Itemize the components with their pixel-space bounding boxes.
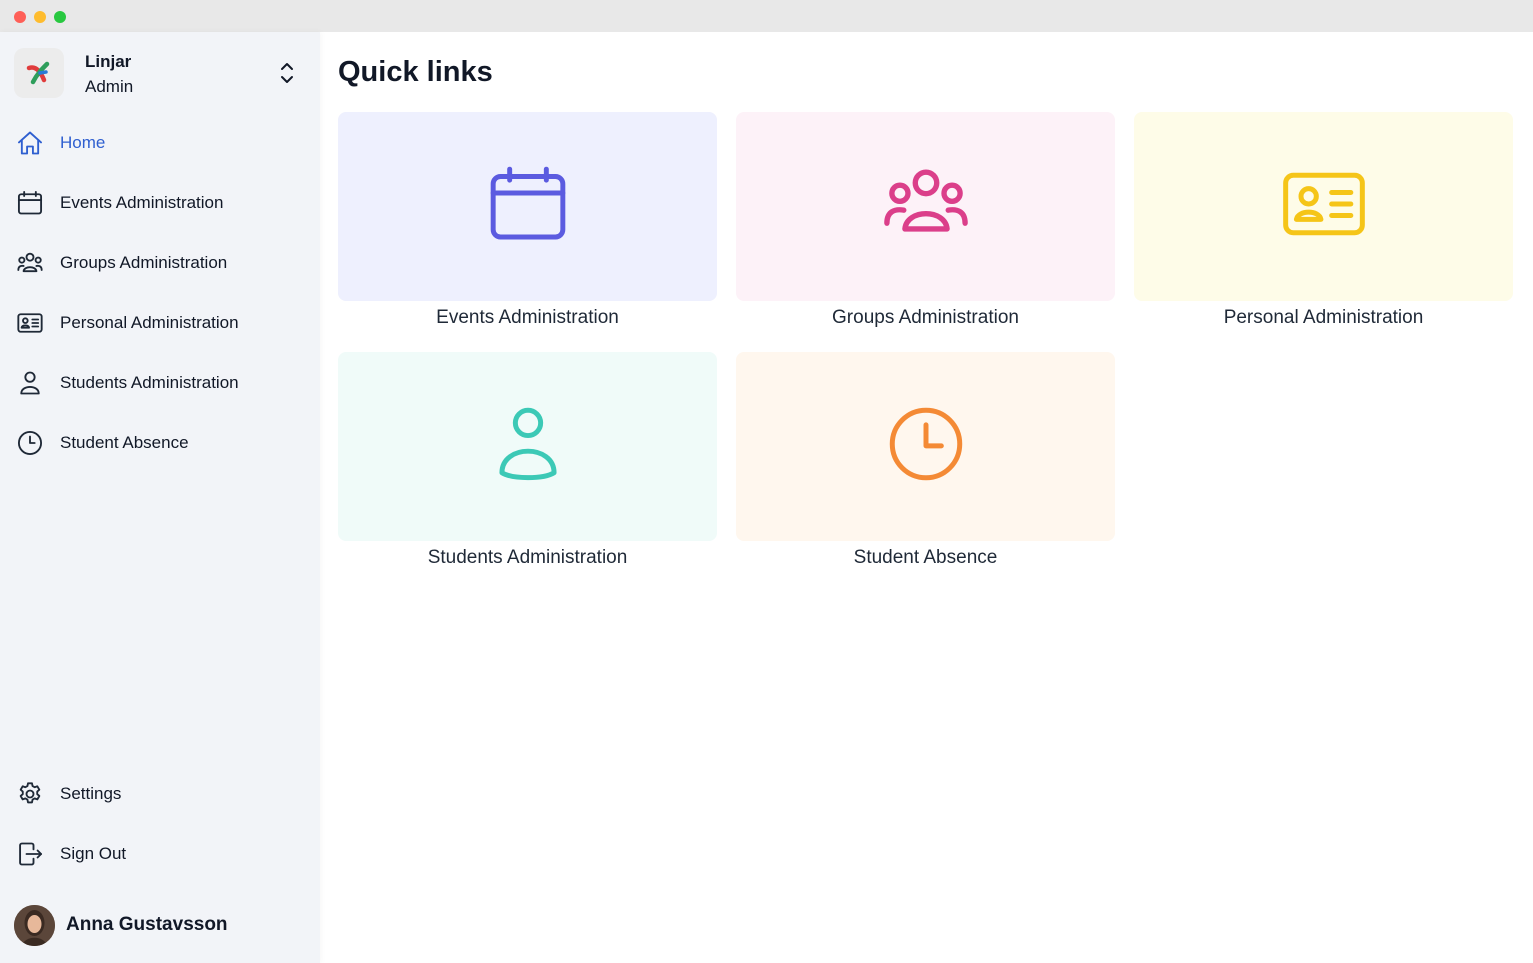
home-icon	[16, 129, 44, 157]
bottom-nav: Settings Sign Out	[0, 764, 320, 884]
nav-item-student-absence[interactable]: Student Absence	[0, 413, 320, 473]
quick-link-tile	[338, 112, 717, 301]
gear-icon	[16, 780, 44, 808]
nav-item-personal-administration[interactable]: Personal Administration	[0, 293, 320, 353]
nav-item-label: Home	[60, 133, 106, 152]
quick-link-groups-administration[interactable]: Groups Administration	[736, 112, 1115, 329]
org-name: Linjar	[85, 52, 132, 71]
quick-link-label: Personal Administration	[1223, 307, 1424, 328]
nav-item-label: Events Administration	[60, 193, 224, 212]
calendar-icon	[484, 160, 572, 253]
nav-item-home[interactable]: Home	[0, 113, 320, 173]
chevron-up-down-icon[interactable]	[276, 60, 298, 86]
user-name: Anna Gustavsson	[66, 914, 228, 935]
maximize-window-button[interactable]	[54, 11, 66, 23]
nav-item-students-administration[interactable]: Students Administration	[0, 353, 320, 413]
nav-item-groups-administration[interactable]: Groups Administration	[0, 233, 320, 293]
nav-item-label: Students Administration	[60, 373, 239, 392]
avatar	[14, 904, 55, 946]
quick-link-events-administration[interactable]: Events Administration	[338, 112, 717, 329]
nav-item-sign-out[interactable]: Sign Out	[0, 824, 320, 884]
quick-link-tile	[736, 112, 1115, 301]
quick-link-label: Students Administration	[427, 547, 628, 568]
quick-link-label: Events Administration	[436, 307, 619, 328]
quick-link-label: Groups Administration	[832, 307, 1019, 328]
quick-link-tile	[338, 352, 717, 541]
quick-link-label: Student Absence	[853, 547, 998, 568]
quick-link-students-administration[interactable]: Students Administration	[338, 352, 717, 569]
main-content: Quick links Events Administration Groups…	[320, 32, 1533, 963]
user-group-icon	[880, 158, 972, 255]
nav-item-label: Student Absence	[60, 433, 189, 452]
sign-out-icon	[16, 840, 44, 868]
quick-link-personal-administration[interactable]: Personal Administration	[1134, 112, 1513, 329]
user-icon	[16, 369, 44, 397]
nav-item-label: Sign Out	[60, 844, 127, 863]
org-role: Admin	[85, 77, 134, 96]
user-group-icon	[16, 249, 44, 277]
linjar-logo-icon	[14, 48, 64, 98]
org-switcher[interactable]: Linjar Admin	[14, 48, 314, 98]
quick-link-tile	[736, 352, 1115, 541]
clock-icon	[16, 429, 44, 457]
id-card-icon	[16, 309, 44, 337]
window-titlebar	[0, 0, 1533, 32]
nav-item-label: Groups Administration	[60, 253, 228, 272]
main-nav: Home Events Administration Groups Admini…	[0, 113, 320, 473]
sidebar: Linjar Admin Home Events Administration …	[0, 32, 320, 963]
close-window-button[interactable]	[14, 11, 26, 23]
nav-item-label: Personal Administration	[60, 313, 239, 332]
calendar-icon	[16, 189, 44, 217]
nav-item-settings[interactable]: Settings	[0, 764, 320, 824]
user-icon	[482, 398, 574, 495]
id-card-icon	[1278, 158, 1370, 255]
nav-item-events-administration[interactable]: Events Administration	[0, 173, 320, 233]
quick-link-student-absence[interactable]: Student Absence	[736, 352, 1115, 569]
user-profile[interactable]: Anna Gustavsson	[14, 904, 314, 946]
quick-link-tile	[1134, 112, 1513, 301]
minimize-window-button[interactable]	[34, 11, 46, 23]
clock-icon	[880, 398, 972, 495]
nav-item-label: Settings	[60, 784, 122, 803]
page-title: Quick links	[338, 56, 493, 88]
